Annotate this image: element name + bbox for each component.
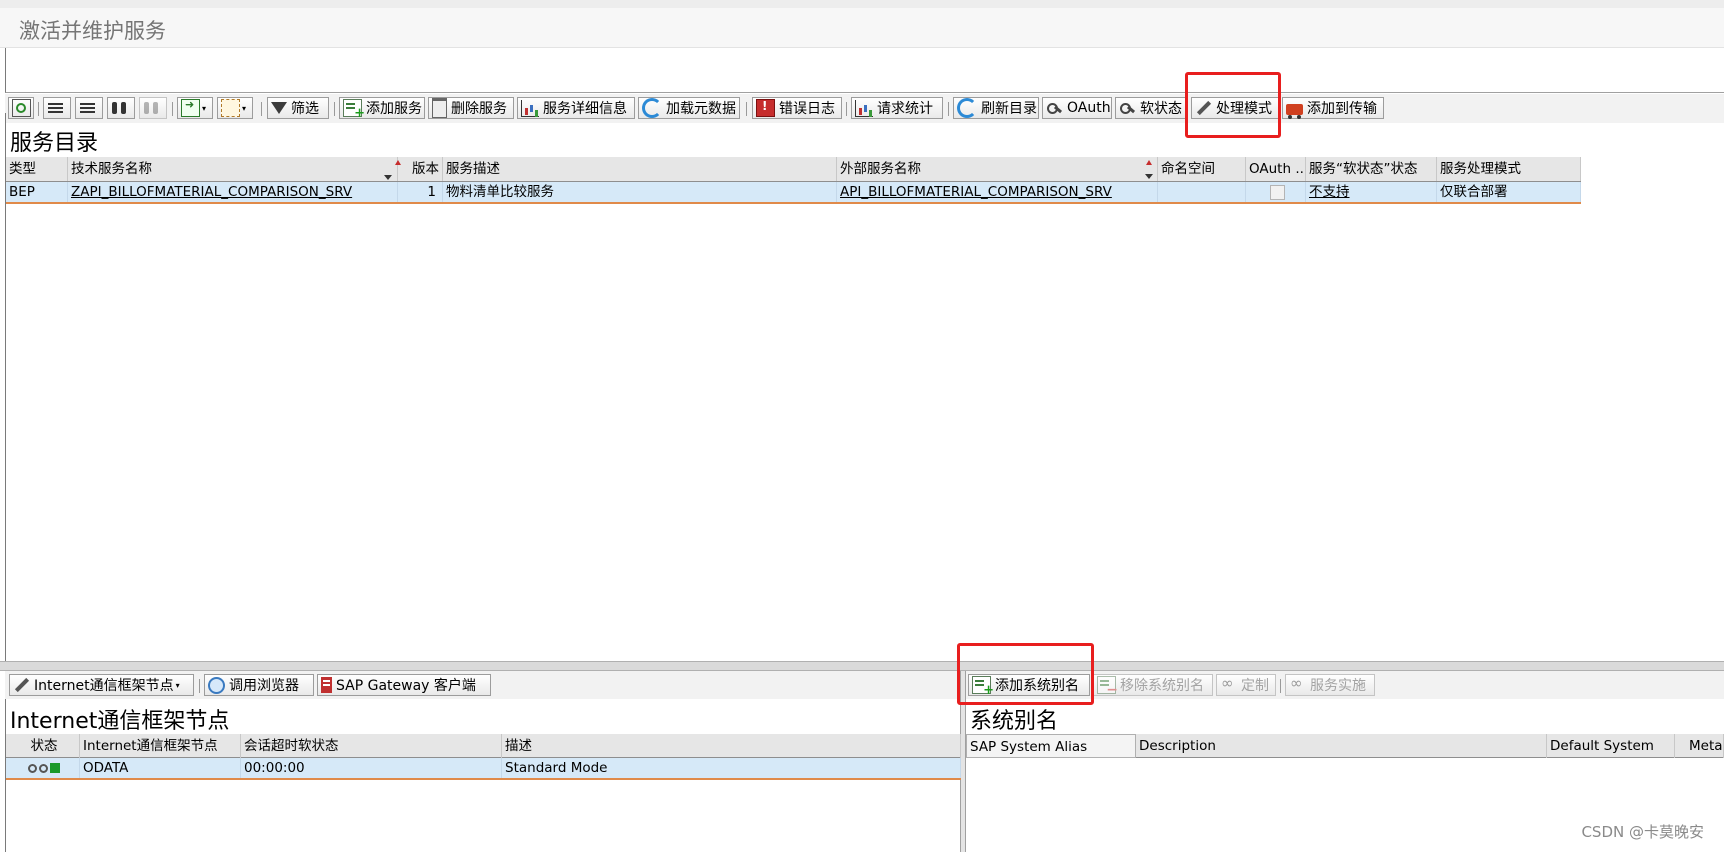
dropdown-caret-icon: ▾	[175, 680, 180, 690]
cell-icf-description: Standard Mode	[502, 758, 961, 778]
icf-title: Internet通信框架节点	[10, 709, 230, 734]
service-catalog-panel: 服务目录 类型 技术服务名称 版本 服务描述 外部服务名称 命名空间 OAuth…	[5, 113, 1724, 661]
alias-title: 系统别名	[970, 709, 1059, 734]
icf-node-label: Internet通信框架节点	[34, 678, 174, 694]
oauth-checkbox[interactable]	[1270, 185, 1285, 200]
service-implementation-button[interactable]: 服务实施	[1285, 674, 1375, 696]
sort-asc-icon	[1146, 160, 1152, 165]
col-timeout[interactable]: 会话超时软状态	[241, 734, 502, 758]
remove-doc-icon	[1097, 676, 1118, 698]
window-title: 激活并维护服务	[19, 19, 166, 43]
pencil-icon	[13, 677, 30, 693]
col-description[interactable]: 服务描述	[443, 157, 837, 181]
window-top-strip	[0, 0, 1724, 8]
col-metadata[interactable]: Metada	[1675, 734, 1724, 758]
col-external-name[interactable]: 外部服务名称	[837, 157, 1158, 181]
cell-status	[6, 758, 80, 778]
icf-panel: Internet通信框架节点 状态 Internet通信框架节点 会话超时软状态…	[5, 699, 961, 852]
icf-toolbar: Internet通信框架节点 ▾ 调用浏览器 SAP Gateway 客户端	[5, 671, 960, 699]
dropdown-caret-icon: ▾	[202, 103, 207, 113]
gateway-icon	[321, 677, 332, 693]
glasses-icon	[1289, 674, 1306, 693]
catalog-header: 类型 技术服务名称 版本 服务描述 外部服务名称 命名空间 OAuth ... …	[6, 157, 1581, 182]
col-soft-state[interactable]: 服务“软状态”状态	[1306, 157, 1437, 181]
col-oauth[interactable]: OAuth ...	[1246, 157, 1306, 181]
col-sap-system-alias[interactable]: SAP System Alias	[966, 734, 1136, 758]
cell-external-name[interactable]: API_BILLOFMATERIAL_COMPARISON_SRV	[837, 182, 1158, 202]
sort-desc-icon	[1145, 174, 1153, 179]
col-version[interactable]: 版本	[398, 157, 443, 181]
horizontal-splitter[interactable]	[0, 661, 1724, 671]
cell-version: 1	[398, 182, 443, 202]
col-alias-description[interactable]: Description	[1136, 734, 1547, 758]
table-row[interactable]: BEP ZAPI_BILLOFMATERIAL_COMPARISON_SRV 1…	[6, 182, 1581, 204]
remove-system-alias-label: 移除系统别名	[1120, 678, 1204, 694]
service-implementation-label: 服务实施	[1310, 678, 1366, 694]
command-area	[5, 48, 1724, 93]
col-type[interactable]: 类型	[6, 157, 68, 181]
sort-asc-icon	[395, 160, 401, 165]
dropdown-caret-icon: ▾	[242, 103, 247, 113]
col-processing-mode[interactable]: 服务处理模式	[1437, 157, 1581, 181]
cell-type: BEP	[6, 182, 68, 202]
highlight-add-system-alias	[957, 643, 1094, 705]
glasses-icon	[1220, 674, 1237, 693]
icf-header: 状态 Internet通信框架节点 会话超时软状态 描述	[6, 734, 961, 758]
col-default-system[interactable]: Default System	[1547, 734, 1675, 758]
cell-oauth	[1246, 182, 1306, 202]
table-row[interactable]: ODATA 00:00:00 Standard Mode	[6, 758, 961, 780]
customize-button[interactable]: 定制	[1216, 674, 1276, 696]
alias-header: SAP System Alias Description Default Sys…	[966, 734, 1724, 758]
status-green-icon	[50, 763, 60, 773]
cell-tech-name[interactable]: ZAPI_BILLOFMATERIAL_COMPARISON_SRV	[68, 182, 398, 202]
cell-processing-mode: 仅联合部署	[1437, 182, 1581, 202]
cell-soft-state[interactable]: 不支持	[1306, 182, 1437, 202]
cell-timeout: 00:00:00	[241, 758, 502, 778]
gateway-client-label: SAP Gateway 客户端	[336, 678, 476, 694]
status-off-icon	[39, 763, 48, 773]
gateway-client-button[interactable]: SAP Gateway 客户端	[317, 674, 491, 696]
col-tech-name[interactable]: 技术服务名称	[68, 157, 398, 181]
call-browser-label: 调用浏览器	[229, 678, 299, 694]
cell-icf-node: ODATA	[80, 758, 241, 778]
catalog-title: 服务目录	[10, 131, 99, 156]
icf-node-button[interactable]: Internet通信框架节点 ▾	[9, 674, 194, 696]
col-namespace[interactable]: 命名空间	[1158, 157, 1246, 181]
cell-namespace	[1158, 182, 1246, 202]
cell-description: 物料清单比较服务	[443, 182, 837, 202]
call-browser-button[interactable]: 调用浏览器	[204, 674, 314, 696]
status-off-icon	[28, 763, 37, 773]
col-icf-node[interactable]: Internet通信框架节点	[80, 734, 241, 758]
globe-icon	[208, 676, 225, 694]
col-status[interactable]: 状态	[6, 734, 80, 758]
col-icf-description[interactable]: 描述	[502, 734, 961, 758]
title-bar: 激活并维护服务	[0, 0, 1724, 48]
customize-label: 定制	[1241, 678, 1269, 694]
sort-desc-icon	[384, 175, 392, 180]
watermark: CSDN @卡莫晚安	[1581, 823, 1704, 841]
remove-system-alias-button[interactable]: 移除系统别名	[1093, 674, 1213, 698]
